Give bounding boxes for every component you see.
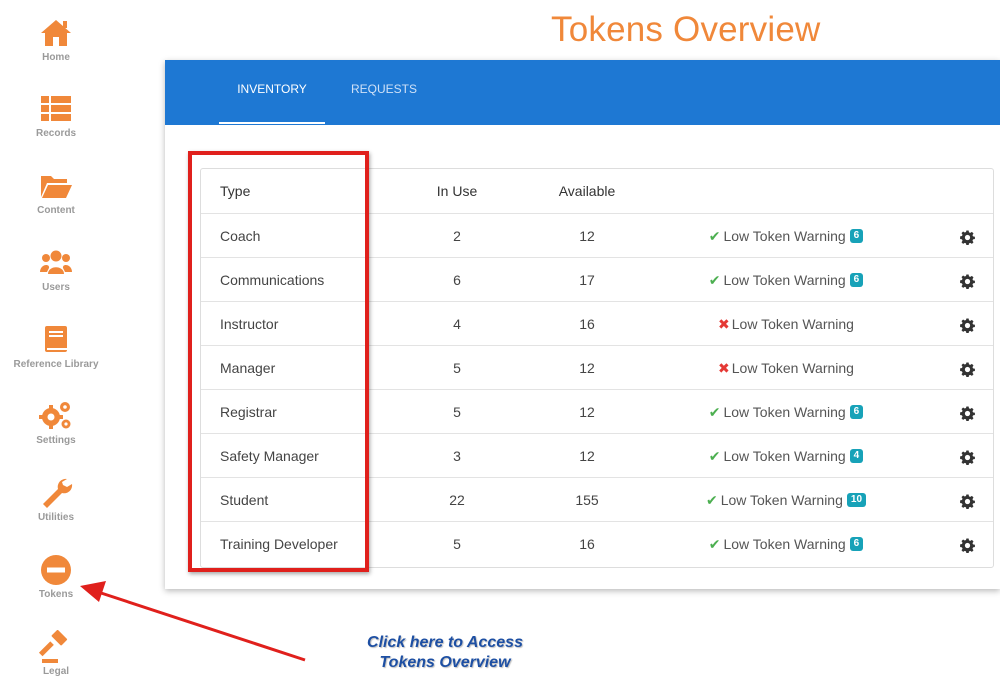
sidebar-item-settings[interactable]: Settings [0,399,112,469]
tab-bar: INVENTORY REQUESTS [165,60,1000,125]
cell-available: 12 [579,404,595,420]
cell-in-use: 5 [453,360,461,376]
low-token-warning: ✔ Low Token Warning 6 [681,522,891,566]
annotation-text: Click here to Access Tokens Overview [340,633,550,673]
threshold-badge: 10 [846,493,867,508]
annotation-line-2: Tokens Overview [379,654,511,671]
sidebar-item-reference-library[interactable]: Reference Library [0,323,112,393]
sidebar-label: Reference Library [13,359,99,370]
sidebar: Home Records Content Users Reference Lib… [0,0,112,690]
cell-available: 17 [579,272,595,288]
highlight-box [188,151,369,572]
cell-in-use: 2 [453,228,461,244]
check-icon: ✔ [705,492,718,508]
sidebar-item-records[interactable]: Records [0,92,112,162]
row-settings-button[interactable] [957,346,977,390]
check-icon: ✔ [708,228,721,244]
wrench-icon [43,478,73,508]
warning-label: Low Token Warning [723,228,846,244]
check-icon: ✔ [708,536,721,552]
sidebar-label: Utilities [37,512,75,523]
row-settings-button[interactable] [957,258,977,302]
annotation-line-1: Click here to Access [367,634,523,651]
check-icon: ✔ [708,272,721,288]
row-settings-button[interactable] [957,434,977,478]
list-icon [41,96,71,121]
cell-in-use: 5 [453,404,461,420]
folder-icon [41,176,72,198]
check-icon: ✔ [708,448,721,464]
threshold-badge: 6 [849,405,864,420]
gears-icon [39,402,71,429]
sidebar-label: Settings [36,435,76,446]
book-icon [45,326,67,352]
tab-inventory[interactable]: INVENTORY [219,60,325,124]
tab-requests[interactable]: REQUESTS [331,60,437,122]
cell-in-use: 22 [449,492,465,508]
low-token-warning: ✔ Low Token Warning 6 [681,258,891,302]
low-token-warning: ✖ Low Token Warning [681,302,891,346]
sidebar-label: Records [35,128,76,139]
check-icon: ✔ [708,404,721,420]
sidebar-item-tokens[interactable]: Tokens [0,553,112,623]
gear-icon [959,230,975,246]
page-title: Tokens Overview [551,10,821,49]
warning-label: Low Token Warning [720,492,843,508]
row-settings-button[interactable] [957,478,977,522]
row-settings-button[interactable] [957,214,977,258]
sidebar-item-utilities[interactable]: Utilities [0,476,112,546]
cross-icon: ✖ [718,360,730,376]
minus-circle-icon [41,555,71,585]
gear-icon [959,406,975,422]
row-settings-button[interactable] [957,302,977,346]
warning-label: Low Token Warning [723,448,846,464]
gear-icon [959,538,975,554]
cell-available: 12 [579,228,595,244]
low-token-warning: ✔ Low Token Warning 10 [681,478,891,522]
users-icon [40,250,72,274]
row-settings-button[interactable] [957,390,977,434]
gear-icon [959,494,975,510]
cell-in-use: 3 [453,448,461,464]
warning-label: Low Token Warning [723,272,846,288]
low-token-warning: ✔ Low Token Warning 6 [681,214,891,258]
gear-icon [959,450,975,466]
warning-label: Low Token Warning [723,536,846,552]
low-token-warning: ✖ Low Token Warning [681,346,891,390]
cell-available: 155 [575,492,599,508]
warning-label: Low Token Warning [731,316,854,332]
sidebar-label: Users [42,282,70,293]
row-settings-button[interactable] [957,522,977,566]
cell-available: 16 [579,316,595,332]
sidebar-label: Tokens [38,589,74,600]
cell-available: 12 [579,448,595,464]
gear-icon [959,362,975,378]
sidebar-label: Content [37,205,75,216]
header-in-use: In Use [436,183,478,199]
warning-label: Low Token Warning [731,360,854,376]
sidebar-item-content[interactable]: Content [0,169,112,239]
threshold-badge: 6 [849,229,864,244]
gear-icon [959,274,975,290]
cell-available: 16 [579,536,595,552]
cell-in-use: 6 [453,272,461,288]
cross-icon: ✖ [718,316,730,332]
sidebar-item-home[interactable]: Home [0,16,112,86]
threshold-badge: 6 [849,537,864,552]
gavel-icon [39,630,68,663]
threshold-badge: 6 [849,273,864,288]
sidebar-item-users[interactable]: Users [0,246,112,316]
threshold-badge: 4 [849,449,864,464]
home-icon [41,20,71,46]
cell-in-use: 4 [453,316,461,332]
warning-label: Low Token Warning [723,404,846,420]
cell-available: 12 [579,360,595,376]
low-token-warning: ✔ Low Token Warning 6 [681,390,891,434]
cell-in-use: 5 [453,536,461,552]
low-token-warning: ✔ Low Token Warning 4 [681,434,891,478]
sidebar-label: Legal [42,666,70,677]
sidebar-label: Home [42,52,70,63]
header-available: Available [558,183,616,199]
gear-icon [959,318,975,334]
